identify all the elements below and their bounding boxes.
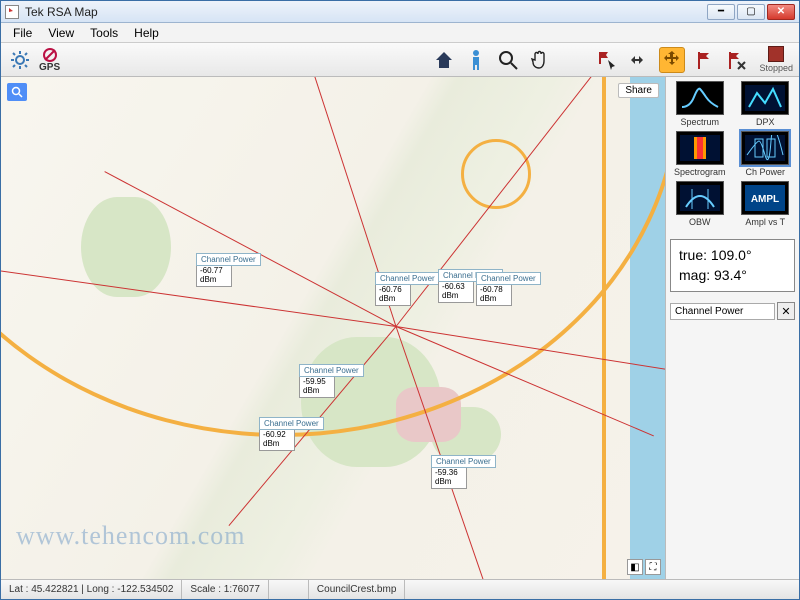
gps-button[interactable]: GPS bbox=[39, 47, 60, 73]
magnifier-icon bbox=[497, 49, 519, 71]
person-icon bbox=[467, 49, 485, 71]
marker-label: Channel Power bbox=[196, 253, 261, 266]
measurement-icon: AMPL bbox=[741, 181, 789, 215]
marker-label: Channel Power bbox=[476, 272, 541, 285]
map-layer-button[interactable]: ◧ bbox=[627, 559, 643, 575]
marker-value: -59.95dBm bbox=[299, 377, 335, 398]
menu-file[interactable]: File bbox=[5, 26, 40, 40]
bearing-readout: true: 109.0° mag: 93.4° bbox=[670, 239, 795, 292]
gps-off-icon bbox=[42, 47, 58, 63]
home-button[interactable] bbox=[431, 47, 457, 73]
marker-value: -60.63dBm bbox=[438, 282, 474, 303]
status-scale: Scale : 1:76077 bbox=[182, 580, 269, 599]
add-flag-button[interactable] bbox=[691, 47, 717, 73]
maximize-button[interactable]: ▢ bbox=[737, 4, 765, 20]
map-share-button[interactable]: Share bbox=[618, 83, 659, 98]
readout-true: true: 109.0° bbox=[679, 246, 786, 266]
home-icon bbox=[433, 49, 455, 71]
svg-text:AMPL: AMPL bbox=[751, 194, 779, 205]
marker-label: Channel Power bbox=[431, 455, 496, 468]
selected-measurement-field[interactable]: Channel Power bbox=[670, 303, 775, 320]
flag-cursor-button[interactable] bbox=[595, 47, 621, 73]
settings-button[interactable] bbox=[7, 47, 33, 73]
measurement-marker[interactable]: Channel Power-60.77dBm bbox=[196, 253, 261, 287]
measurement-spectrogram[interactable]: Spectrogram bbox=[670, 131, 730, 177]
record-stopped-button[interactable]: Stopped bbox=[759, 46, 793, 73]
stop-icon bbox=[768, 46, 784, 62]
app-icon bbox=[5, 5, 19, 19]
map-footer-controls: ◧ ⛶ bbox=[627, 559, 661, 575]
move-all-button[interactable] bbox=[659, 47, 685, 73]
flag-cursor-icon bbox=[597, 49, 619, 71]
flag-icon bbox=[695, 50, 713, 70]
arrows-horizontal-icon bbox=[629, 49, 651, 71]
measurement-obw[interactable]: OBW bbox=[670, 181, 730, 227]
marker-label: Channel Power bbox=[299, 364, 364, 377]
map-search-button[interactable] bbox=[7, 83, 27, 101]
watermark: www.tehencom.com bbox=[16, 521, 245, 551]
measurement-marker[interactable]: Channel Power-59.95dBm bbox=[299, 364, 364, 398]
measurement-marker[interactable]: Channel Power-60.76dBm bbox=[375, 272, 440, 306]
measurement-dpx[interactable]: DPX bbox=[736, 81, 796, 127]
gear-icon bbox=[10, 50, 30, 70]
marker-value: -59.36dBm bbox=[431, 468, 467, 489]
measurement-marker[interactable]: Channel Power-60.92dBm bbox=[259, 417, 324, 451]
menu-view[interactable]: View bbox=[40, 26, 82, 40]
window-title: Tek RSA Map bbox=[25, 5, 705, 19]
readout-mag: mag: 93.4° bbox=[679, 266, 786, 286]
move-horizontal-button[interactable] bbox=[627, 47, 653, 73]
search-icon bbox=[11, 86, 23, 98]
marker-value: -60.77dBm bbox=[196, 266, 232, 287]
measurement-icon bbox=[676, 81, 724, 115]
map-expand-button[interactable]: ⛶ bbox=[645, 559, 661, 575]
marker-value: -60.92dBm bbox=[259, 430, 295, 451]
streetview-button[interactable] bbox=[463, 47, 489, 73]
statusbar: Lat : 45.422821 | Long : -122.534502 Sca… bbox=[1, 579, 799, 599]
zoom-button[interactable] bbox=[495, 47, 521, 73]
map-canvas[interactable]: Share Channel Power-60.77dBmChannel Powe… bbox=[1, 77, 665, 579]
hand-icon bbox=[529, 49, 551, 71]
measurement-marker[interactable]: Channel Power-60.78dBm bbox=[476, 272, 541, 306]
close-button[interactable]: ✕ bbox=[767, 4, 795, 20]
pan-button[interactable] bbox=[527, 47, 553, 73]
measurement-marker[interactable]: Channel Power-59.36dBm bbox=[431, 455, 496, 489]
measurement-icon bbox=[676, 181, 724, 215]
measurement-spectrum[interactable]: Spectrum bbox=[670, 81, 730, 127]
minimize-button[interactable]: ━ bbox=[707, 4, 735, 20]
flag-remove-icon bbox=[726, 50, 746, 70]
marker-label: Channel Power bbox=[375, 272, 440, 285]
measurement-icon bbox=[741, 81, 789, 115]
marker-value: -60.76dBm bbox=[375, 285, 411, 306]
measurement-icon bbox=[676, 131, 724, 165]
remove-flag-button[interactable] bbox=[723, 47, 749, 73]
menu-help[interactable]: Help bbox=[126, 26, 167, 40]
marker-label: Channel Power bbox=[259, 417, 324, 430]
menubar: File View Tools Help bbox=[1, 23, 799, 43]
measurement-icon bbox=[741, 131, 789, 165]
menu-tools[interactable]: Tools bbox=[82, 26, 126, 40]
clear-measurement-button[interactable]: ✕ bbox=[777, 302, 795, 320]
status-coords: Lat : 45.422821 | Long : -122.534502 bbox=[1, 580, 182, 599]
status-file: CouncilCrest.bmp bbox=[309, 580, 405, 599]
measurement-ch-power[interactable]: Ch Power bbox=[736, 131, 796, 177]
marker-value: -60.78dBm bbox=[476, 285, 512, 306]
arrows-all-icon bbox=[662, 50, 682, 70]
measurement-ampl-vs-t[interactable]: AMPLAmpl vs T bbox=[736, 181, 796, 227]
side-panel: SpectrumDPXSpectrogramCh PowerOBWAMPLAmp… bbox=[665, 77, 799, 579]
